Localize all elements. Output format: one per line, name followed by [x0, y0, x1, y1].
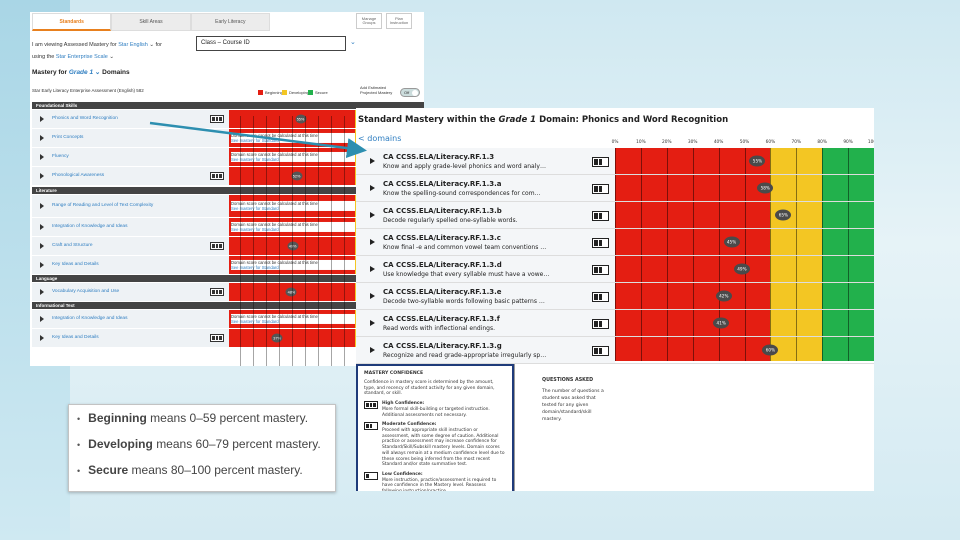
callout-arrow [149, 121, 367, 159]
